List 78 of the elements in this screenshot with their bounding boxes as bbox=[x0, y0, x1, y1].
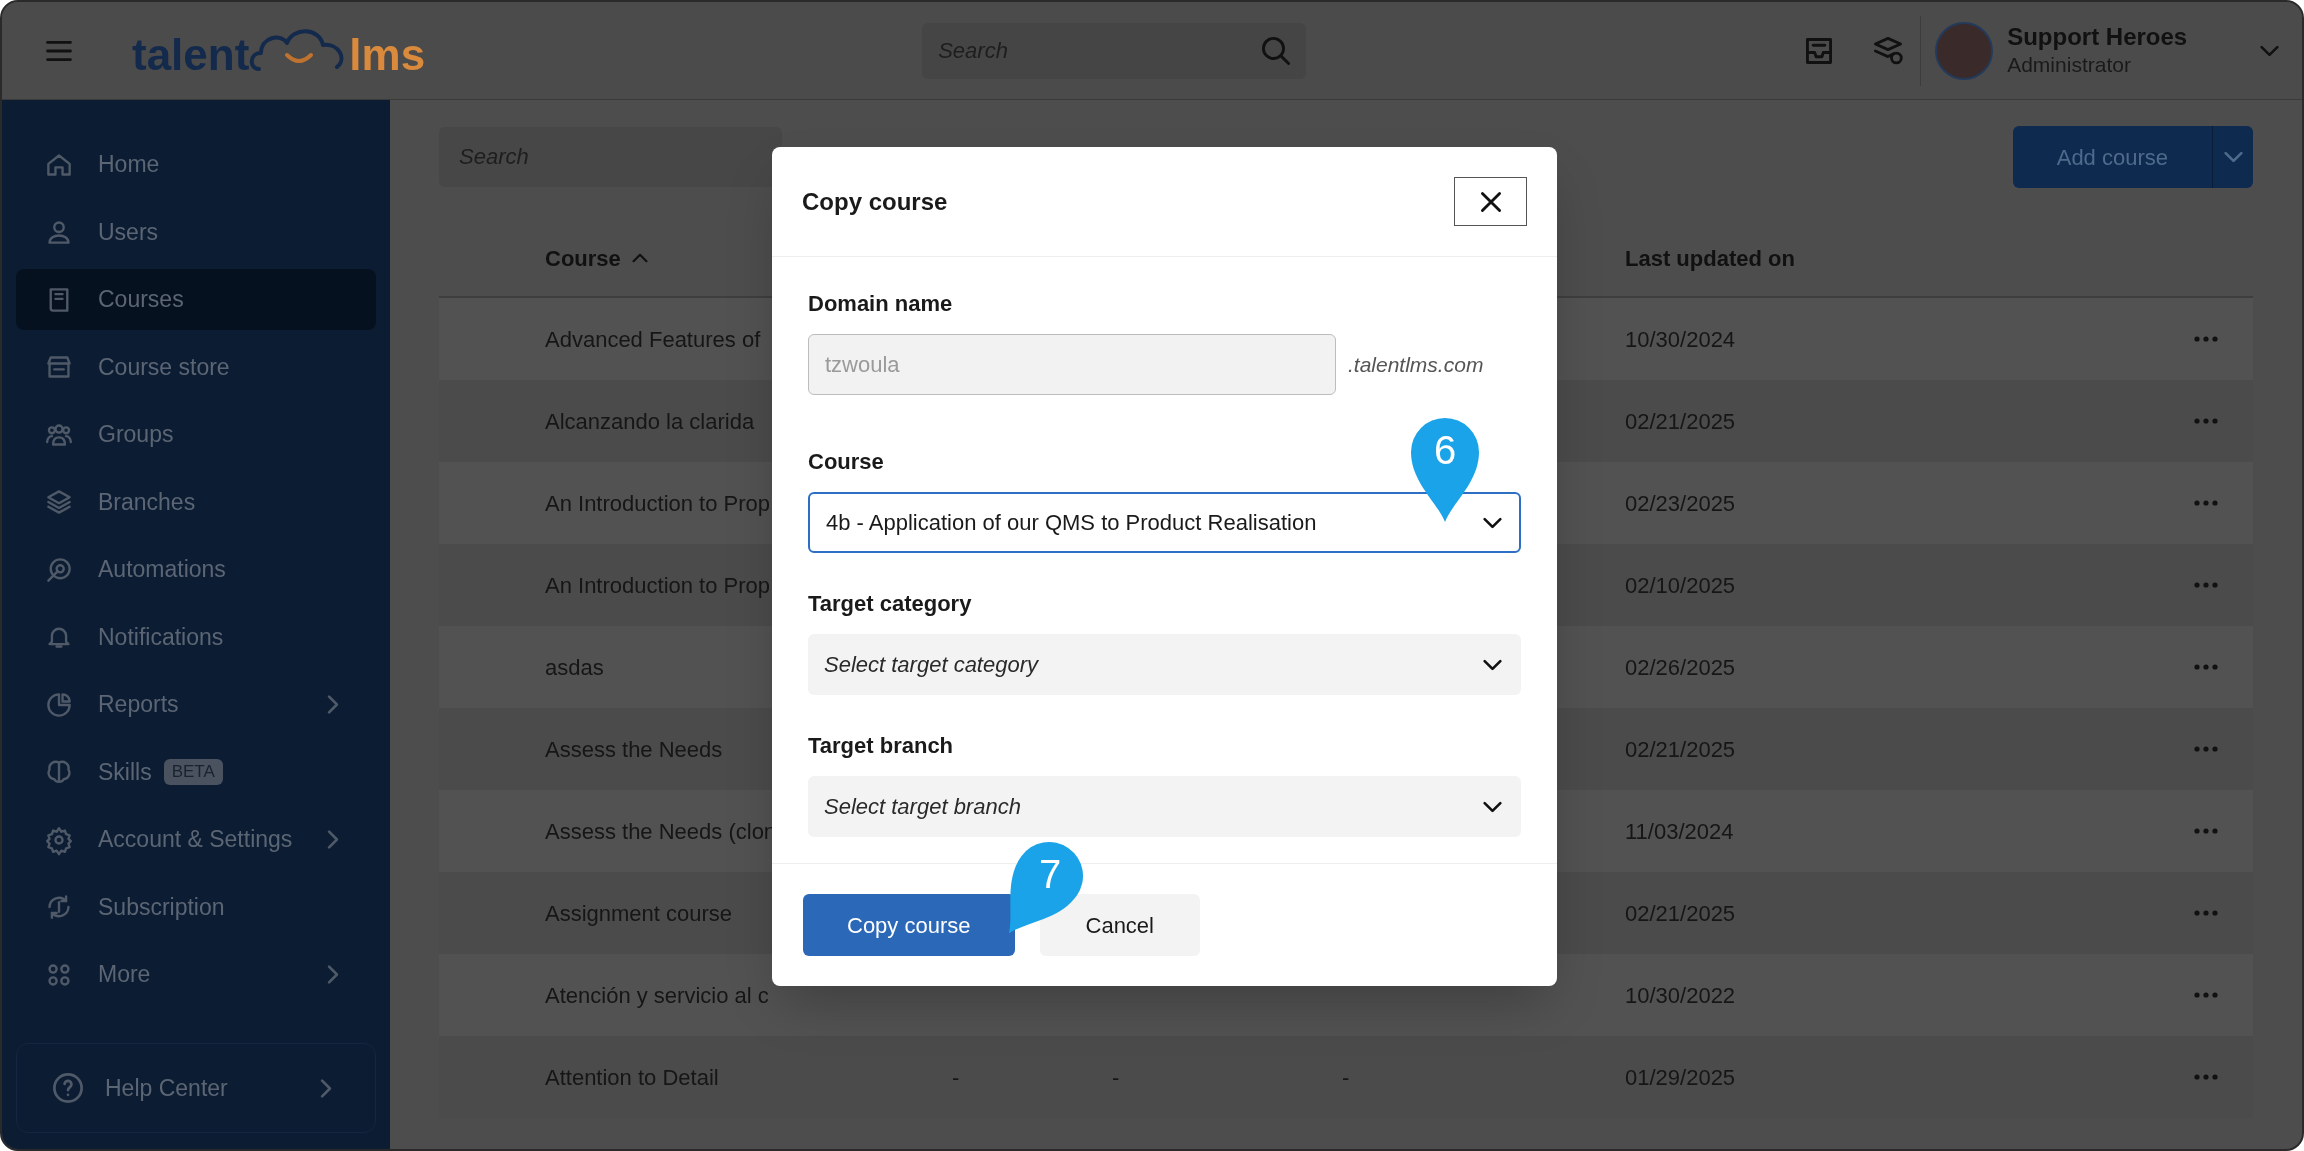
user-name: Support Heroes bbox=[2007, 22, 2188, 53]
more-options-icon[interactable] bbox=[2193, 746, 2219, 752]
chevron-down-icon[interactable] bbox=[2261, 45, 2278, 56]
chevron-right-icon bbox=[321, 1079, 331, 1097]
sort-up-icon bbox=[632, 254, 647, 262]
sidebar-item[interactable]: Users bbox=[16, 201, 376, 263]
logo-text: talent bbox=[132, 32, 250, 77]
callout-number: 7 bbox=[1038, 854, 1063, 895]
sidebar-item[interactable]: Notifications bbox=[16, 606, 376, 668]
select-field[interactable]: 4b - Application of our QMS to Product Realisation bbox=[808, 492, 1521, 553]
sidebar-item[interactable]: Subscription bbox=[16, 876, 376, 938]
search-icon bbox=[1262, 36, 1291, 65]
sidebar-item[interactable]: Course store bbox=[16, 336, 376, 398]
sidebar-item[interactable]: Reports bbox=[16, 674, 376, 735]
date-cell-text: 10/30/2024 bbox=[1625, 325, 1736, 354]
help-center-link[interactable]: Help Center bbox=[16, 1043, 376, 1133]
course-name[interactable]: Advanced Features of bbox=[545, 322, 761, 356]
course-name[interactable]: An Introduction to Prop bbox=[545, 486, 771, 520]
sidebar-item[interactable]: Courses bbox=[16, 269, 376, 330]
course-name[interactable]: asdas bbox=[545, 650, 604, 684]
sidebar-item[interactable]: Branches bbox=[16, 471, 376, 533]
course-name[interactable]: Atención y servicio al c bbox=[545, 978, 769, 1012]
copy-course-button[interactable]: Copy course bbox=[803, 894, 1015, 956]
chevron-down-icon bbox=[1484, 802, 1501, 812]
close-icon bbox=[1480, 191, 1501, 212]
stack-check-icon[interactable] bbox=[1874, 36, 1903, 65]
column-header[interactable]: Last updated on bbox=[1625, 241, 1795, 275]
more-options-icon[interactable] bbox=[2193, 828, 2219, 834]
nav-icon bbox=[46, 151, 72, 178]
more-options-icon[interactable] bbox=[2193, 664, 2219, 670]
date-cell-text: 02/23/2025 bbox=[1625, 489, 1736, 518]
column-header[interactable]: Course bbox=[545, 241, 621, 275]
more-options-icon[interactable] bbox=[2193, 500, 2219, 506]
dialog-title: Copy course bbox=[802, 186, 948, 217]
callout-number: 6 bbox=[1432, 430, 1458, 470]
inbox-icon[interactable] bbox=[1806, 37, 1833, 64]
nav-icon bbox=[46, 219, 72, 245]
logo-text: lms bbox=[349, 32, 426, 77]
field-label: Target category bbox=[808, 590, 972, 618]
nav-icon bbox=[46, 691, 72, 718]
nav-icon bbox=[46, 894, 72, 920]
domain-suffix: .talentlms.com bbox=[1348, 351, 1484, 378]
sidebar-item[interactable]: Groups bbox=[16, 404, 376, 465]
field-label: Target branch bbox=[808, 732, 954, 760]
nav-icon bbox=[46, 961, 72, 988]
nav-icon bbox=[46, 826, 72, 853]
select-field[interactable]: Select target category bbox=[808, 634, 1521, 695]
more-options-icon[interactable] bbox=[2193, 418, 2219, 424]
sidebar-item[interactable]: Automations bbox=[16, 539, 376, 600]
close-button[interactable] bbox=[1454, 177, 1527, 226]
more-options-icon[interactable] bbox=[2193, 582, 2219, 588]
select-field[interactable]: Select target branch bbox=[808, 776, 1521, 837]
chevron-down-icon bbox=[2224, 152, 2242, 162]
more-options-icon[interactable] bbox=[2193, 1074, 2219, 1080]
menu-icon[interactable] bbox=[46, 40, 72, 61]
nav-icon bbox=[46, 556, 72, 583]
nav-icon bbox=[46, 421, 72, 448]
date-cell-text: 10/30/2022 bbox=[1625, 981, 1736, 1010]
field-label: Course bbox=[808, 448, 884, 476]
date-cell-text: 02/26/2025 bbox=[1625, 653, 1736, 682]
sidebar-item[interactable]: More bbox=[16, 944, 376, 1005]
sidebar-item[interactable]: Account & Settings bbox=[16, 809, 376, 870]
nav-icon bbox=[46, 354, 72, 380]
nav-icon bbox=[46, 759, 72, 785]
field-label: Domain name bbox=[808, 290, 953, 318]
more-options-icon[interactable] bbox=[2193, 336, 2219, 342]
chevron-down-icon bbox=[1484, 518, 1501, 528]
table-cell-text: - bbox=[952, 1063, 960, 1092]
table-cell-text: - bbox=[1342, 1063, 1350, 1092]
nav-icon bbox=[46, 489, 72, 515]
more-options-icon[interactable] bbox=[2193, 992, 2219, 998]
help-icon bbox=[53, 1073, 83, 1103]
more-options-icon[interactable] bbox=[2193, 910, 2219, 916]
chevron-down-icon bbox=[1484, 660, 1501, 670]
cancel-button[interactable]: Cancel bbox=[1039, 894, 1200, 956]
sidebar-item[interactable]: Home bbox=[16, 134, 376, 195]
table-cell-text: - bbox=[1112, 1063, 1120, 1092]
date-cell-text: 11/03/2024 bbox=[1625, 817, 1734, 846]
